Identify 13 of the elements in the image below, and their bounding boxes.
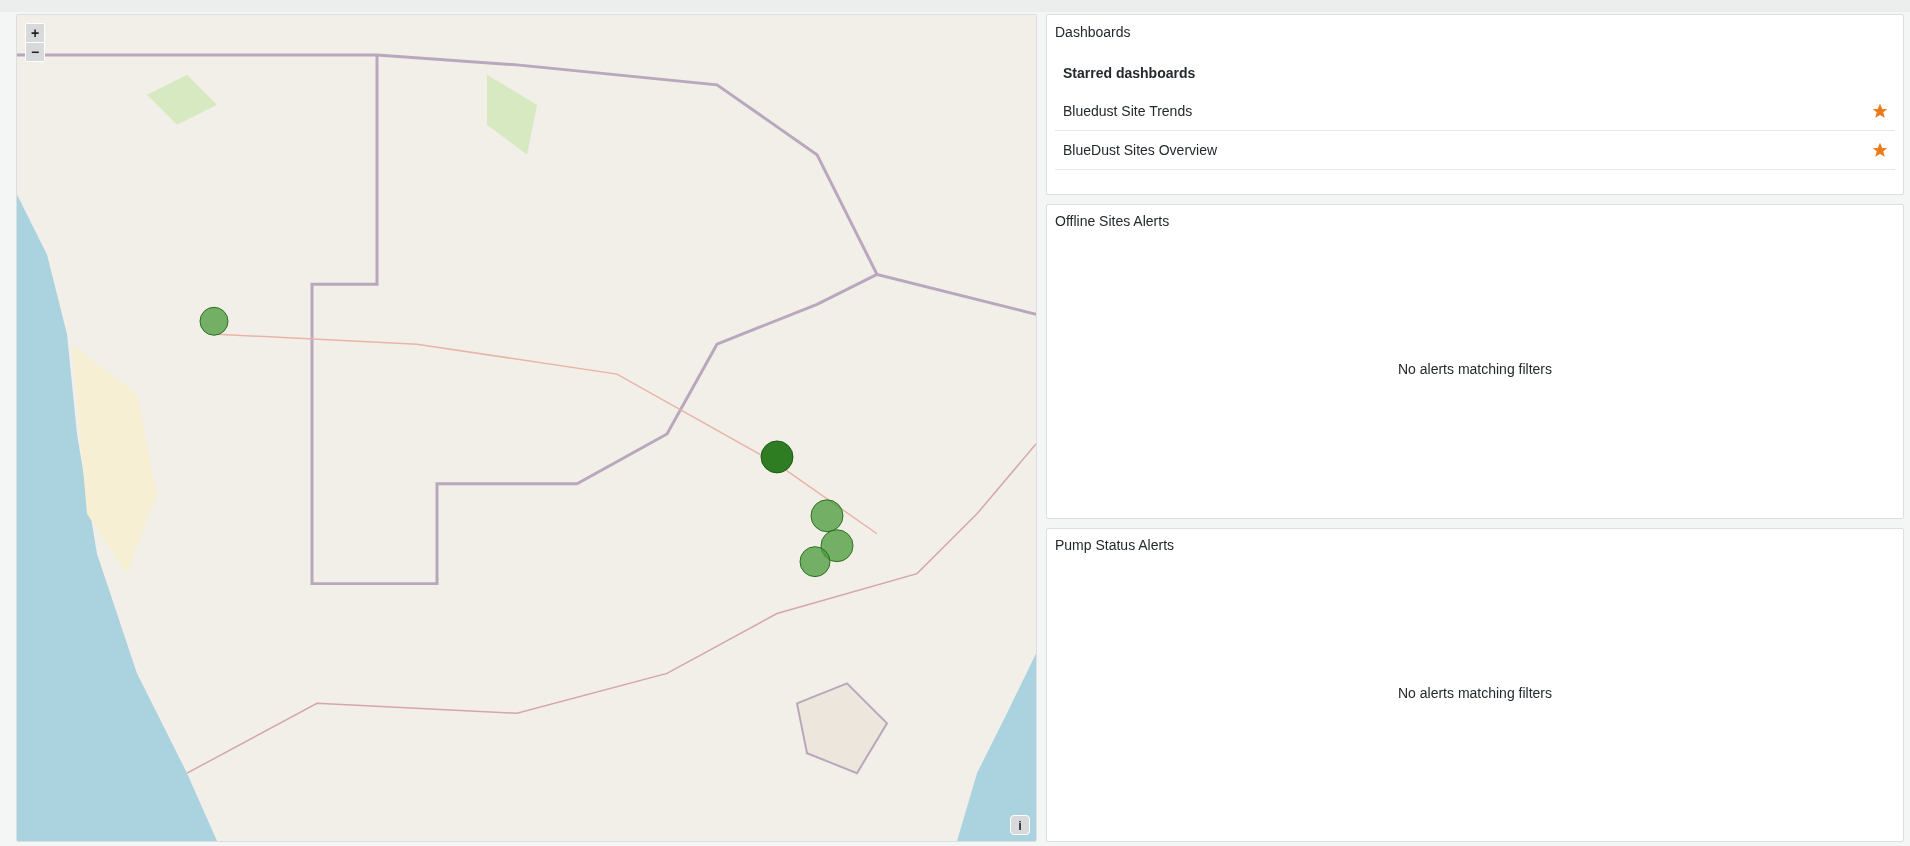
star-icon[interactable] (1873, 143, 1887, 157)
dashboard-link[interactable]: BlueDust Sites Overview (1063, 142, 1218, 158)
empty-message: No alerts matching filters (1397, 684, 1553, 701)
dashboard-link[interactable]: Bluedust Site Trends (1063, 103, 1193, 119)
panel-title: Pump Status Alerts (1055, 536, 1176, 553)
panel-title: Dashboards (1055, 24, 1131, 40)
zoom-out-button[interactable]: − (26, 43, 44, 61)
panel-title: Offline Sites Alerts (1055, 213, 1171, 229)
star-icon[interactable] (1873, 104, 1887, 118)
zoom-in-button[interactable]: + (26, 24, 44, 42)
section-heading: Starred dashboards (1063, 65, 1196, 81)
empty-message: No alerts matching filters (1397, 361, 1553, 378)
info-button[interactable]: i (1010, 815, 1030, 835)
